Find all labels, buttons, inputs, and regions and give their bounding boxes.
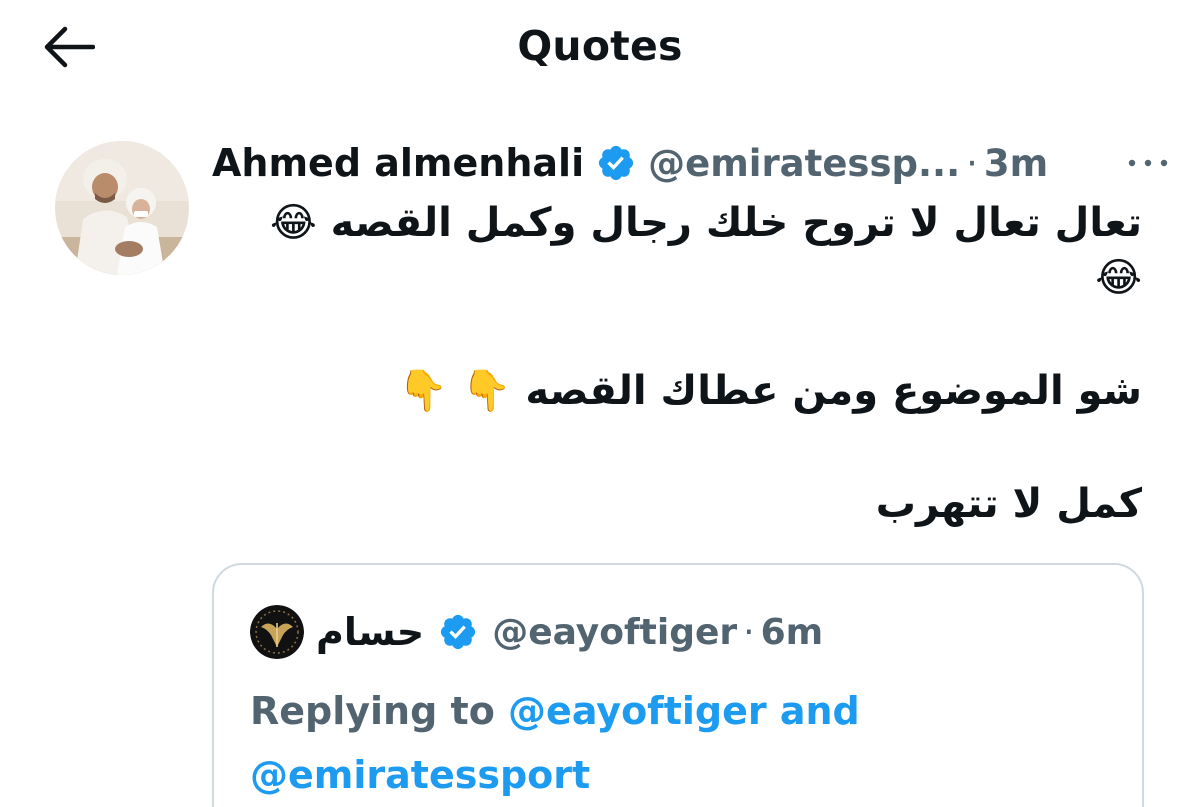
quoted-avatar[interactable] [250, 605, 304, 659]
tweet-text: تعال تعال لا تروح خلك رجال وكمل القصه 😂 … [212, 196, 1142, 532]
more-dots-icon [1128, 159, 1168, 167]
quoted-tweet-card[interactable]: حسام @eayoftiger · 6m Replying to @eayof… [212, 563, 1144, 807]
replying-and-label: and [779, 689, 860, 733]
verified-badge-icon[interactable] [596, 143, 636, 183]
more-button[interactable] [1118, 138, 1178, 188]
tweet-line: تعال تعال لا تروح خلك رجال وكمل القصه 😂 … [270, 200, 1142, 301]
quoted-tweet-header: حسام @eayoftiger · 6m [250, 601, 823, 663]
separator-dot: · [743, 611, 755, 653]
tiger-logo-icon [250, 605, 304, 659]
author-handle[interactable]: @emiratessp... [648, 142, 960, 185]
quoted-timestamp[interactable]: 6m [761, 612, 824, 653]
author-name[interactable]: Ahmed almenhali [212, 141, 584, 185]
replying-to: Replying to @eayoftiger and @emiratesspo… [250, 679, 1130, 807]
tweet-header: Ahmed almenhali @emiratessp... · 3m [212, 138, 1152, 188]
avatar[interactable] [55, 141, 189, 275]
separator-dot: · [966, 141, 978, 185]
tweet-line: كمل لا تتهرب [875, 481, 1142, 527]
page-title: Quotes [517, 22, 683, 70]
tweet-line: شو الموضوع ومن عطاك القصه 👇 👇 [397, 368, 1142, 414]
quoted-author-handle[interactable]: @eayoftiger [492, 612, 737, 653]
timestamp[interactable]: 3m [984, 142, 1048, 185]
verified-badge-icon[interactable] [438, 612, 478, 652]
replying-to-label: Replying to [250, 689, 495, 733]
quoted-author-name[interactable]: حسام [316, 610, 424, 654]
profile-photo [55, 141, 189, 275]
top-bar: Quotes [0, 0, 1200, 100]
reply-mention-link[interactable]: @eayoftiger [508, 689, 767, 733]
quotes-page: Quotes Ahmed almenhali @emiratessp... · … [0, 0, 1200, 807]
reply-mention-link[interactable]: @emiratessport [250, 753, 590, 797]
